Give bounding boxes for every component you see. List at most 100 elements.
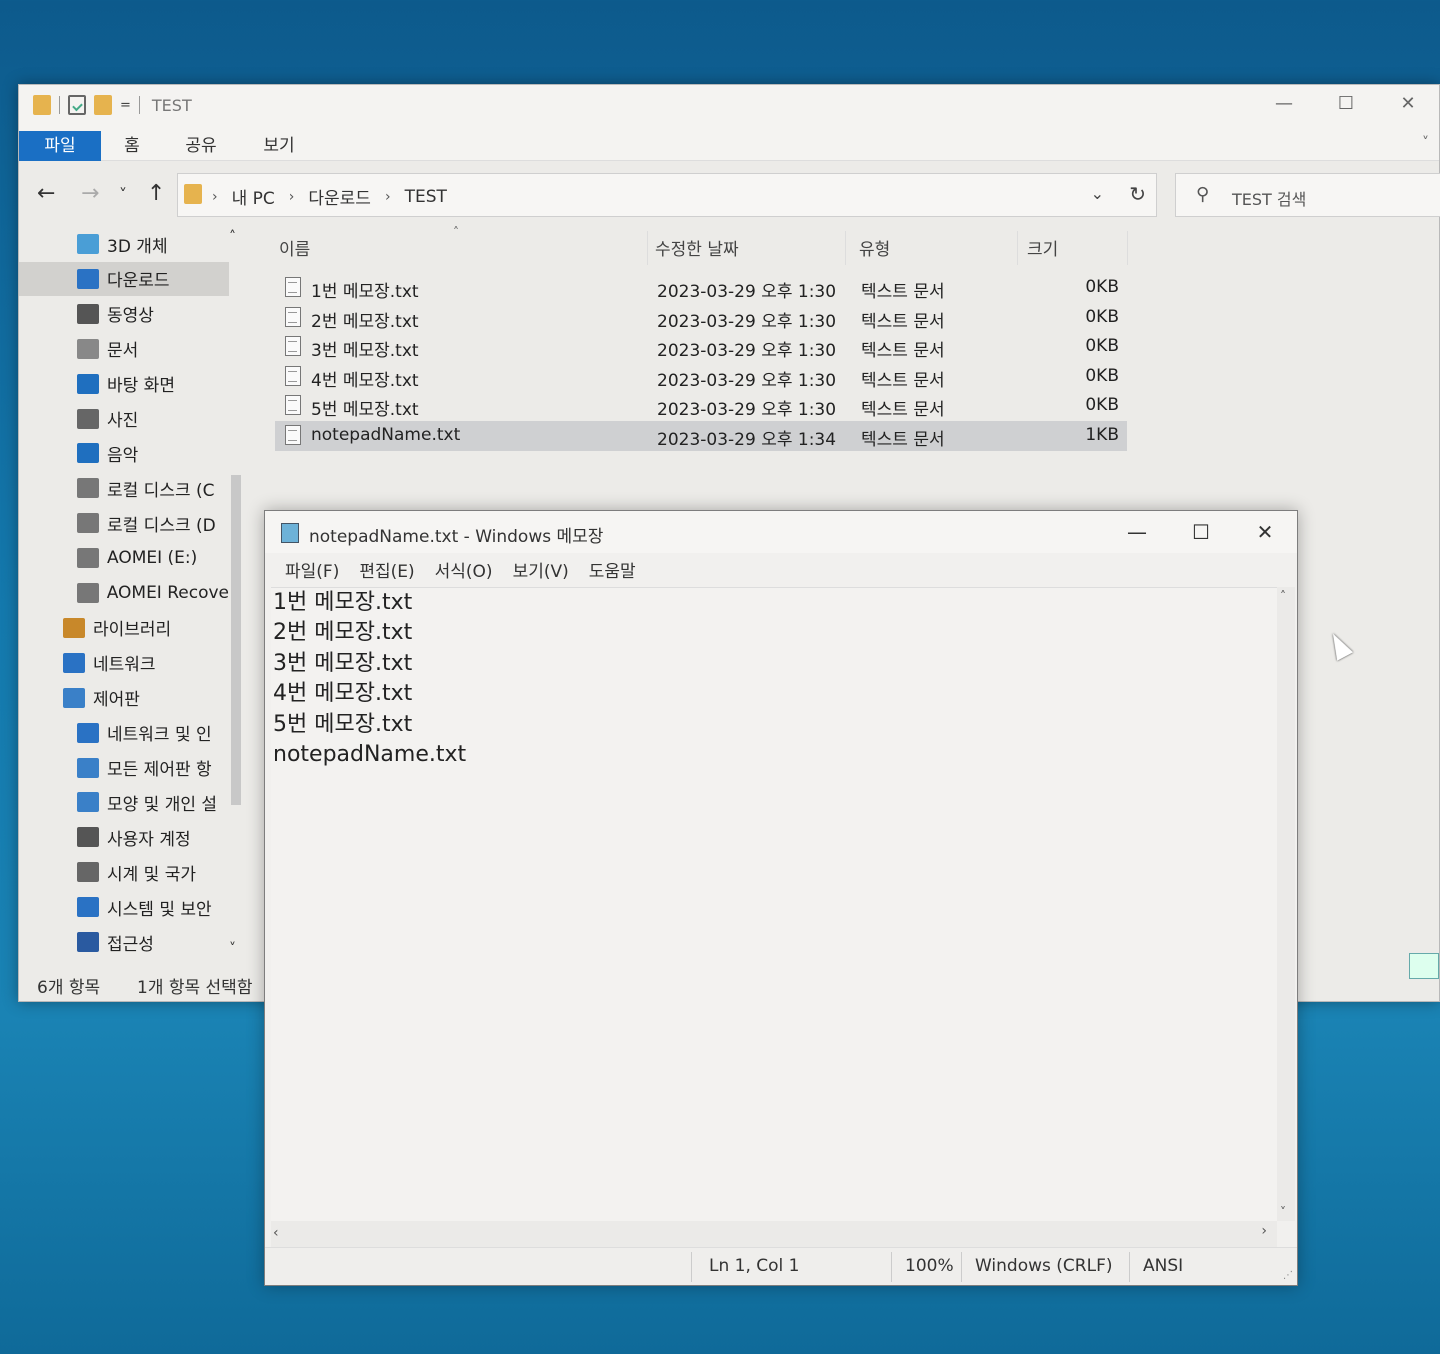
file-row[interactable]: 3번 메모장.txt 2023-03-29 오후 1:30 텍스트 문서 0KB [275, 332, 1127, 362]
refresh-icon[interactable]: ↻ [1129, 182, 1146, 206]
properties-icon[interactable] [68, 95, 86, 115]
close-button[interactable]: ✕ [1377, 85, 1439, 121]
search-input[interactable]: ⚲ TEST 검색 [1175, 173, 1440, 217]
sidebar-item[interactable]: 다운로드 [19, 261, 229, 296]
sidebar-item[interactable]: 3D 개체 [19, 227, 229, 261]
sidebar-item[interactable]: 시스템 및 보안 [19, 890, 229, 924]
sidebar-item[interactable]: 네트워크 및 인 [19, 716, 229, 750]
minimize-button[interactable]: — [1253, 85, 1315, 121]
ribbon-tabs: 파일 홈 공유 보기 ˅ [19, 131, 1439, 161]
sidebar-item[interactable]: 문서 [19, 332, 229, 366]
navigation-scrollbar[interactable]: ˄ ˅ [227, 227, 245, 957]
sidebar-item[interactable]: 접근성 [19, 925, 229, 959]
new-folder-icon[interactable] [94, 95, 112, 115]
scroll-down-icon[interactable]: ˅ [229, 941, 236, 957]
menu-view[interactable]: 보기(V) [503, 553, 579, 585]
file-row[interactable]: 2번 메모장.txt 2023-03-29 오후 1:30 텍스트 문서 0KB [275, 303, 1127, 333]
scroll-down-icon[interactable]: ˅ [1280, 1205, 1286, 1219]
maximize-button[interactable]: ☐ [1169, 511, 1233, 553]
sidebar-item[interactable]: AOMEI (E:) [19, 541, 229, 575]
notepad-status-bar: Ln 1, Col 1 100% Windows (CRLF) ANSI ⋰ [265, 1247, 1297, 1285]
file-name: notepadName.txt [311, 425, 461, 445]
close-button[interactable]: ✕ [1233, 511, 1297, 553]
file-row[interactable]: 1번 메모장.txt 2023-03-29 오후 1:30 텍스트 문서 0KB [275, 273, 1127, 303]
vertical-scrollbar[interactable]: ˄ ˅ [1277, 587, 1295, 1221]
resize-grip-icon[interactable]: ⋰ [1283, 1270, 1293, 1281]
sidebar-item-label: 다운로드 [107, 271, 170, 292]
sidebar-item[interactable]: 동영상 [19, 297, 229, 331]
sidebar-item[interactable]: AOMEI Recove [19, 576, 229, 610]
column-divider[interactable] [647, 231, 648, 265]
sidebar-item[interactable]: 음악 [19, 436, 229, 470]
recent-locations-button[interactable]: ˅ [119, 185, 127, 204]
column-header-type[interactable]: 유형 [859, 235, 890, 263]
sidebar-item[interactable]: 바탕 화면 [19, 367, 229, 401]
music-icon [77, 443, 99, 464]
notepad-text-area[interactable]: 1번 메모장.txt 2번 메모장.txt 3번 메모장.txt 4번 메모장.… [271, 587, 1277, 1221]
column-divider[interactable] [845, 231, 846, 265]
sidebar-item[interactable]: 제어판 [19, 681, 229, 715]
text-file-icon [285, 336, 301, 357]
scroll-right-icon[interactable]: › [1261, 1223, 1267, 1239]
customize-toolbar-dropdown[interactable]: = [120, 98, 131, 113]
folder-icon [33, 95, 51, 115]
sidebar-item[interactable]: 모든 제어판 항 [19, 751, 229, 785]
file-row[interactable]: 4번 메모장.txt 2023-03-29 오후 1:30 텍스트 문서 0KB [275, 362, 1127, 392]
scrollbar-thumb[interactable] [231, 475, 241, 805]
up-button[interactable]: ↑ [147, 181, 165, 206]
sidebar-item[interactable]: 라이브러리 [19, 611, 229, 645]
address-bar[interactable]: › 내 PC › 다운로드 › TEST ⌄ ↻ [177, 173, 1157, 217]
sidebar-item-label: 모든 제어판 항 [107, 760, 212, 780]
menu-edit[interactable]: 편집(E) [349, 553, 424, 585]
back-button[interactable]: ← [37, 181, 55, 206]
desktop-icon [77, 373, 99, 394]
breadcrumb-downloads[interactable]: 다운로드 [308, 184, 371, 209]
breadcrumb-test[interactable]: TEST [405, 187, 447, 207]
breadcrumb-this-pc[interactable]: 내 PC [232, 184, 275, 209]
sidebar-item-label: 3D 개체 [107, 236, 168, 257]
text-line: 2번 메모장.txt [273, 620, 413, 646]
tab-file[interactable]: 파일 [19, 131, 101, 161]
column-header-date[interactable]: 수정한 날짜 [655, 235, 739, 263]
sidebar-item[interactable]: 네트워크 [19, 646, 229, 680]
scroll-left-icon[interactable]: ‹ [273, 1225, 279, 1241]
tab-share[interactable]: 공유 [175, 131, 227, 161]
column-header-name[interactable]: 이름 [279, 235, 310, 263]
file-name: 1번 메모장.txt [311, 282, 419, 302]
sidebar-item[interactable]: 로컬 디스크 (D [19, 506, 229, 540]
sidebar-item[interactable]: 사진 [19, 402, 229, 436]
menu-help[interactable]: 도움말 [579, 553, 646, 585]
sidebar-item[interactable]: 모양 및 개인 설 [19, 785, 229, 819]
sidebar-item-label: 음악 [107, 445, 139, 466]
forward-button[interactable]: → [81, 181, 99, 206]
file-size: 1KB [1085, 425, 1119, 445]
sidebar-item-label: 동영상 [107, 306, 154, 327]
menu-format[interactable]: 서식(O) [425, 553, 503, 585]
column-header-size[interactable]: 크기 [1027, 235, 1058, 263]
tab-view[interactable]: 보기 [255, 131, 303, 161]
minimize-button[interactable]: — [1105, 511, 1169, 553]
details-view-icon[interactable] [1409, 953, 1439, 979]
scroll-up-icon[interactable]: ˄ [1280, 589, 1286, 603]
scroll-up-icon[interactable]: ˄ [229, 229, 236, 245]
menu-file[interactable]: 파일(F) [275, 553, 349, 585]
divider [691, 1252, 692, 1282]
file-row[interactable]: notepadName.txt 2023-03-29 오후 1:34 텍스트 문서 1… [275, 421, 1127, 451]
tab-home[interactable]: 홈 [111, 131, 153, 161]
sidebar-item-label: 시계 및 국가 [107, 864, 197, 885]
sidebar-item[interactable]: 사용자 계정 [19, 820, 229, 854]
chevron-down-icon[interactable]: ⌄ [1091, 184, 1104, 203]
column-divider[interactable] [1017, 231, 1018, 265]
all-control-panel-icon [77, 757, 99, 778]
maximize-button[interactable]: ☐ [1315, 85, 1377, 121]
file-name: 2번 메모장.txt [311, 311, 419, 332]
notepad-titlebar: notepadName.txt - Windows 메모장 — ☐ ✕ [265, 511, 1297, 553]
expand-ribbon-icon[interactable]: ˅ [1422, 135, 1429, 151]
horizontal-scrollbar[interactable]: ‹ › [271, 1221, 1277, 1247]
window-controls: — ☐ ✕ [1253, 85, 1439, 121]
column-divider[interactable] [1127, 231, 1128, 265]
sidebar-item[interactable]: 시계 및 국가 [19, 855, 229, 889]
file-row[interactable]: 5번 메모장.txt 2023-03-29 오후 1:30 텍스트 문서 0KB [275, 391, 1127, 421]
sidebar-item[interactable]: 로컬 디스크 (C [19, 471, 229, 505]
sidebar-item-label: 사진 [107, 411, 139, 431]
